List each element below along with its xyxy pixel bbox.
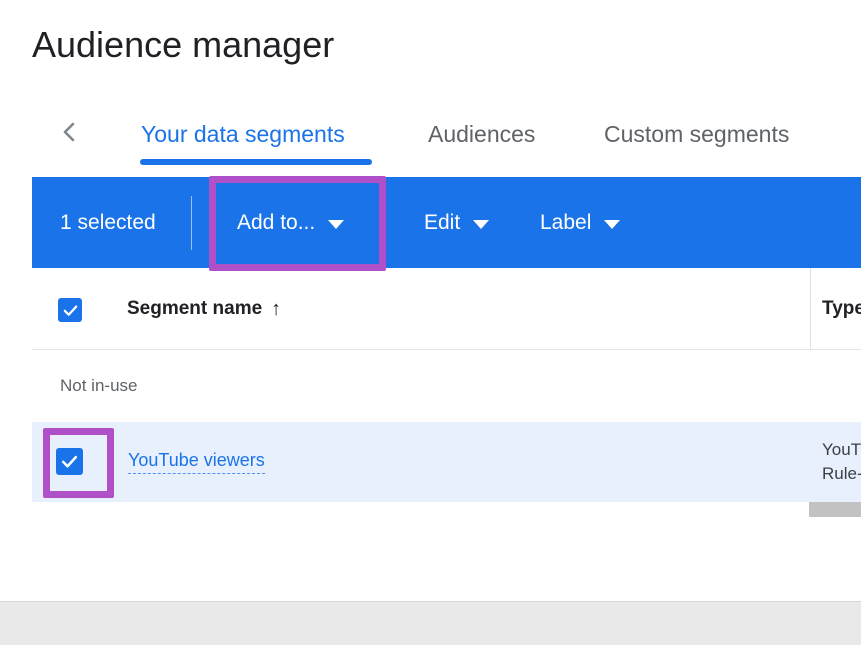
group-label: Not in-use — [60, 350, 137, 422]
segment-name-column-header[interactable]: Segment name ↑ — [127, 268, 281, 350]
add-to-label: Add to... — [237, 211, 315, 235]
type-line-1: YouTube users — [822, 438, 861, 462]
sort-ascending-icon: ↑ — [271, 298, 281, 321]
segment-name-cell: YouTube viewers — [128, 422, 265, 502]
edit-button[interactable]: Edit — [424, 177, 489, 268]
segment-name-header-label: Segment name — [127, 298, 262, 320]
active-tab-indicator — [140, 159, 372, 165]
back-button[interactable] — [54, 116, 86, 148]
type-line-2: Rule-based — [822, 462, 861, 486]
type-column-header[interactable]: Type — [822, 268, 861, 350]
edit-label: Edit — [424, 211, 460, 235]
tab-your-data-segments[interactable]: Your data segments — [141, 112, 345, 156]
chevron-left-icon — [58, 118, 82, 146]
label-button[interactable]: Label — [540, 177, 620, 268]
add-to-button[interactable]: Add to... — [237, 177, 344, 268]
checkmark-icon — [62, 302, 79, 319]
segment-name-link[interactable]: YouTube viewers — [128, 450, 265, 474]
selected-count: 1 selected — [60, 177, 156, 268]
row-checkbox[interactable] — [56, 448, 83, 475]
select-all-checkbox[interactable] — [58, 298, 82, 322]
label-label: Label — [540, 211, 591, 235]
action-bar-divider — [191, 196, 192, 250]
dropdown-caret-icon — [604, 220, 620, 229]
tab-audiences[interactable]: Audiences — [428, 112, 535, 156]
type-cell: YouTube users Rule-based — [822, 438, 861, 486]
page-title: Audience manager — [32, 24, 334, 66]
group-row — [32, 350, 861, 422]
footer-area — [0, 601, 861, 645]
dropdown-caret-icon — [473, 220, 489, 229]
checkmark-icon — [60, 452, 79, 471]
tab-custom-segments[interactable]: Custom segments — [604, 112, 789, 156]
horizontal-scrollbar[interactable] — [809, 502, 861, 517]
dropdown-caret-icon — [328, 220, 344, 229]
